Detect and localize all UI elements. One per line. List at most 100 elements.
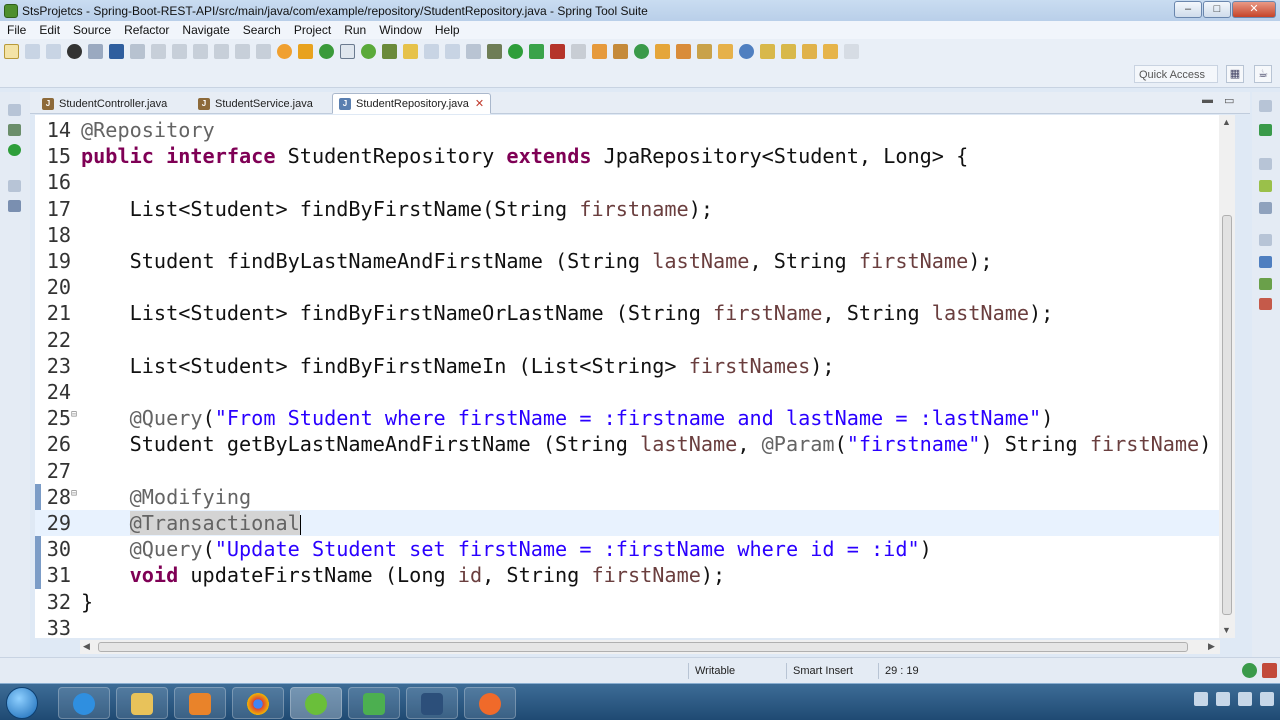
package-icon[interactable] (298, 43, 313, 59)
horizontal-scroll-thumb[interactable] (98, 642, 1188, 652)
spring-status-icon[interactable] (1242, 663, 1257, 678)
resume-icon[interactable] (151, 43, 166, 59)
open-task-icon[interactable] (676, 43, 691, 59)
code-line[interactable]: 20 (35, 274, 1219, 300)
globe-icon[interactable] (739, 43, 754, 59)
save-all-icon[interactable] (46, 43, 61, 59)
code-line[interactable]: 25⊟ @Query("From Student where firstName… (35, 405, 1219, 431)
step-over-icon[interactable] (235, 43, 250, 59)
code-editor[interactable]: 14 @Repository 15 public interface StudentR… (35, 115, 1219, 638)
minimize-button[interactable]: – (1174, 1, 1202, 18)
search-icon[interactable] (277, 43, 292, 59)
save-icon[interactable] (25, 43, 40, 59)
code-line[interactable]: 19 Student findByLastNameAndFirstName (S… (35, 248, 1219, 274)
start-button-icon[interactable] (6, 687, 38, 719)
tab-student-repository[interactable]: J StudentRepository.java ✕ (332, 93, 492, 114)
scroll-up-icon[interactable]: ▲ (1222, 117, 1231, 127)
menu-search[interactable]: Search (236, 23, 287, 37)
open-type-icon[interactable] (655, 43, 670, 59)
scroll-right-icon[interactable]: ▶ (1208, 641, 1215, 652)
network-tool-task[interactable] (406, 687, 458, 719)
suspend-icon[interactable] (172, 43, 187, 59)
debug-icon[interactable] (487, 43, 502, 59)
tray-arrow-icon[interactable] (1194, 692, 1208, 706)
menu-window[interactable]: Window (372, 23, 428, 37)
menu-navigate[interactable]: Navigate (175, 23, 235, 37)
code-line[interactable]: 27 (35, 458, 1219, 484)
code-line[interactable]: 14 @Repository (35, 117, 1219, 143)
restore-right-icon[interactable] (1259, 100, 1272, 112)
boot-dashboard-icon[interactable] (8, 144, 21, 156)
internet-explorer-task[interactable] (58, 687, 110, 719)
open-perspective-icon[interactable]: ▦ (1226, 65, 1244, 83)
maximize-button[interactable]: □ (1203, 1, 1231, 18)
code-line[interactable]: 32} (35, 589, 1219, 615)
terminate-icon[interactable] (193, 43, 208, 59)
refresh-icon[interactable] (361, 43, 376, 59)
chart-app-task[interactable] (348, 687, 400, 719)
media-player-task[interactable] (174, 687, 226, 719)
tab-student-controller[interactable]: J StudentController.java (36, 93, 173, 114)
error-log-icon[interactable] (1262, 663, 1277, 678)
minimize-editor-icon[interactable]: ▬ (1202, 94, 1213, 106)
code-line[interactable]: 33 (35, 615, 1219, 638)
scroll-down-icon[interactable]: ▼ (1222, 625, 1231, 635)
step-icon[interactable] (214, 43, 229, 59)
new-icon[interactable] (4, 43, 19, 59)
sts-dashboard-icon[interactable] (67, 43, 82, 59)
wand-icon[interactable] (697, 43, 712, 59)
outline-right-icon[interactable] (1259, 202, 1272, 214)
tray-volume-icon[interactable] (1260, 692, 1274, 706)
outline-icon[interactable] (8, 200, 21, 212)
edit-icon[interactable] (403, 43, 418, 59)
restore-icon[interactable] (8, 104, 21, 116)
scroll-left-icon[interactable]: ◀ (83, 641, 90, 652)
menu-source[interactable]: Source (66, 23, 117, 37)
code-line[interactable]: 31 void updateFirstName (Long id, String… (35, 562, 1219, 588)
code-line[interactable]: 21 List<Student> findByFirstNameOrLastNa… (35, 300, 1219, 326)
vertical-scrollbar[interactable]: ▲ ▼ (1219, 115, 1235, 638)
progress-icon[interactable] (1259, 278, 1272, 290)
toggle-mark-icon[interactable] (340, 43, 355, 59)
open-folder-icon[interactable] (718, 43, 733, 59)
restore-right-icon-3[interactable] (1259, 234, 1272, 246)
package-explorer-icon[interactable] (8, 124, 21, 136)
problems-icon[interactable] (1259, 298, 1272, 310)
skip-icon[interactable] (130, 43, 145, 59)
spring-icon[interactable] (319, 43, 334, 59)
code-line[interactable]: 30 @Query("Update Student set firstName … (35, 536, 1219, 562)
code-line[interactable]: 22 (35, 327, 1219, 353)
link-icon[interactable] (88, 43, 103, 59)
vertical-scroll-thumb[interactable] (1222, 215, 1232, 615)
file-explorer-task[interactable] (116, 687, 168, 719)
prev-annotation-icon[interactable] (781, 43, 796, 59)
pen-tool-task[interactable] (464, 687, 516, 719)
quick-access-field[interactable]: Quick Access (1134, 65, 1218, 83)
code-line[interactable]: 23 List<Student> findByFirstNameIn (List… (35, 353, 1219, 379)
fold-toggle-icon[interactable]: ⊟ (71, 484, 81, 504)
close-tab-icon[interactable]: ✕ (475, 94, 484, 114)
restore-icon-2[interactable] (8, 180, 21, 192)
task-list-icon[interactable] (1259, 124, 1272, 136)
code-line[interactable]: 17 List<Student> findByFirstName(String … (35, 196, 1219, 222)
menu-refactor[interactable]: Refactor (117, 23, 175, 37)
pilcrow-icon[interactable] (466, 43, 481, 59)
last-edit-icon[interactable] (802, 43, 817, 59)
menu-edit[interactable]: Edit (32, 23, 66, 37)
back-icon[interactable] (823, 43, 838, 59)
step-return-icon[interactable] (256, 43, 271, 59)
new-java-project-icon[interactable] (592, 43, 607, 59)
annotation-icon[interactable] (382, 43, 397, 59)
menu-project[interactable]: Project (287, 23, 337, 37)
maximize-editor-icon[interactable]: ▭ (1224, 94, 1234, 107)
menu-file[interactable]: File (0, 23, 32, 37)
restore-right-icon-2[interactable] (1259, 158, 1272, 170)
show-whitespace-icon[interactable] (445, 43, 460, 59)
forward-icon[interactable] (844, 43, 859, 59)
code-line[interactable]: 15 public interface StudentRepository ext… (35, 143, 1219, 169)
new-package-icon[interactable] (613, 43, 628, 59)
code-line[interactable]: 29 @Transactional (35, 510, 1219, 536)
menu-help[interactable]: Help (428, 23, 466, 37)
code-line[interactable]: 24 (35, 379, 1219, 405)
run-external-icon[interactable] (529, 43, 544, 59)
